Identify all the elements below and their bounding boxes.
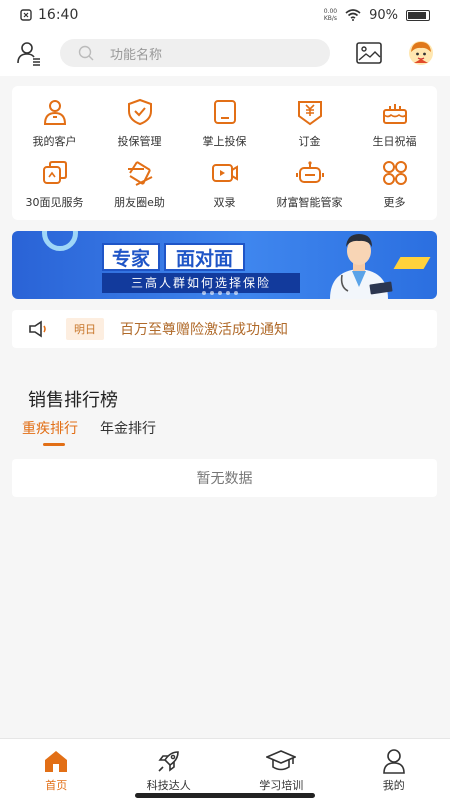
grid-item-label: 投保管理 bbox=[117, 134, 162, 148]
tab-critical-illness[interactable]: 重疾排行 bbox=[22, 418, 78, 438]
function-grid: 我的客户 投保管理 掌上投保 订金 生日祝福 30面见服务 朋友圈e助 双录 财… bbox=[12, 86, 437, 220]
banner-pager-dots bbox=[202, 291, 238, 295]
robot-icon bbox=[295, 160, 324, 183]
active-tab-indicator bbox=[43, 443, 65, 446]
grid-item-label: 生日祝福 bbox=[372, 134, 417, 148]
meeting-icon bbox=[42, 160, 67, 184]
ranking-tabs: 重疾排行 年金排行 bbox=[22, 418, 156, 438]
avatar[interactable] bbox=[408, 40, 434, 66]
banner-title-right: 面对面 bbox=[164, 243, 246, 271]
grid-item-wealth-butler[interactable]: 财富智能管家 bbox=[267, 153, 352, 214]
picture-icon[interactable] bbox=[356, 42, 382, 64]
cake-icon bbox=[382, 103, 407, 124]
grid-item-label: 掌上投保 bbox=[202, 134, 247, 148]
tab-annuity[interactable]: 年金排行 bbox=[100, 418, 156, 438]
grid-item-birthday[interactable]: 生日祝福 bbox=[352, 92, 437, 153]
shield-check-icon bbox=[127, 98, 152, 125]
notice-tag: 明日 bbox=[66, 318, 104, 340]
deposit-icon bbox=[297, 100, 322, 125]
battery-icon bbox=[406, 9, 430, 21]
grid-item-label: 订金 bbox=[298, 134, 321, 148]
grid-item-label: 双录 bbox=[213, 195, 236, 209]
nav-label: 我的 bbox=[382, 778, 405, 792]
customer-icon bbox=[43, 99, 66, 125]
grid-item-dual-record[interactable]: 双录 bbox=[182, 153, 267, 214]
search-placeholder: 功能名称 bbox=[110, 47, 163, 63]
grid-item-insurance-management[interactable]: 投保管理 bbox=[97, 92, 182, 153]
grid-item-label: 我的客户 bbox=[32, 134, 77, 148]
banner-decoration bbox=[393, 257, 431, 269]
banner-title-left: 专家 bbox=[102, 243, 161, 271]
graduation-cap-icon bbox=[266, 749, 297, 770]
grid-item-mobile-insure[interactable]: 掌上投保 bbox=[182, 92, 267, 153]
promo-banner[interactable]: 专家 面对面 三高人群如何选择保险 bbox=[12, 231, 437, 299]
grid-item-label: 朋友圈e助 bbox=[114, 195, 165, 209]
empty-state: 暂无数据 bbox=[12, 459, 437, 497]
banner-subtitle: 三高人群如何选择保险 bbox=[102, 273, 300, 293]
grid-item-more[interactable]: 更多 bbox=[352, 153, 437, 214]
nav-item-mine[interactable]: 我的 bbox=[338, 739, 450, 800]
search-input[interactable]: 功能名称 bbox=[60, 39, 330, 67]
user-list-icon[interactable] bbox=[16, 40, 42, 66]
bottom-nav: 首页 科技达人 学习培训 我的 bbox=[0, 738, 450, 800]
doctor-illustration bbox=[330, 234, 393, 299]
nav-item-tech-expert[interactable]: 科技达人 bbox=[113, 739, 226, 800]
grid-item-label: 财富智能管家 bbox=[276, 195, 343, 209]
grid-item-moments-helper[interactable]: 朋友圈e助 bbox=[97, 153, 182, 214]
home-icon bbox=[45, 750, 68, 772]
sales-ranking-title: 销售排行榜 bbox=[28, 390, 118, 411]
nav-label: 科技达人 bbox=[146, 778, 191, 792]
notification-icon bbox=[20, 9, 32, 21]
home-indicator bbox=[135, 793, 315, 798]
grid-item-meeting-service[interactable]: 30面见服务 bbox=[12, 153, 97, 214]
video-icon bbox=[211, 163, 238, 182]
person-icon bbox=[382, 748, 405, 774]
notice-text: 百万至尊赠险激活成功通知 bbox=[120, 322, 288, 338]
grid-item-label: 更多 bbox=[383, 195, 406, 209]
rocket-icon bbox=[158, 750, 179, 772]
tablet-icon bbox=[213, 99, 236, 124]
top-bar: 功能名称 bbox=[0, 30, 450, 76]
more-grid-icon bbox=[382, 160, 407, 185]
status-bar: 16:40 0.00 KB/s 90% bbox=[0, 0, 450, 30]
banner-decoration bbox=[42, 231, 78, 251]
search-icon bbox=[78, 45, 94, 61]
grid-item-my-customers[interactable]: 我的客户 bbox=[12, 92, 97, 153]
grid-item-label: 30面见服务 bbox=[25, 195, 84, 209]
wifi-icon bbox=[345, 9, 361, 21]
status-time: 16:40 bbox=[38, 7, 79, 23]
network-speed: 0.00 KB/s bbox=[323, 8, 338, 22]
speaker-icon bbox=[29, 320, 46, 338]
battery-percent: 90% bbox=[369, 7, 398, 23]
nav-label: 首页 bbox=[45, 778, 68, 792]
nav-label: 学习培训 bbox=[259, 778, 304, 792]
grid-item-deposit[interactable]: 订金 bbox=[267, 92, 352, 153]
aperture-icon bbox=[127, 160, 152, 186]
notice-bar[interactable]: 明日 百万至尊赠险激活成功通知 bbox=[12, 310, 437, 348]
nav-item-home[interactable]: 首页 bbox=[0, 739, 113, 800]
nav-item-training[interactable]: 学习培训 bbox=[225, 739, 338, 800]
